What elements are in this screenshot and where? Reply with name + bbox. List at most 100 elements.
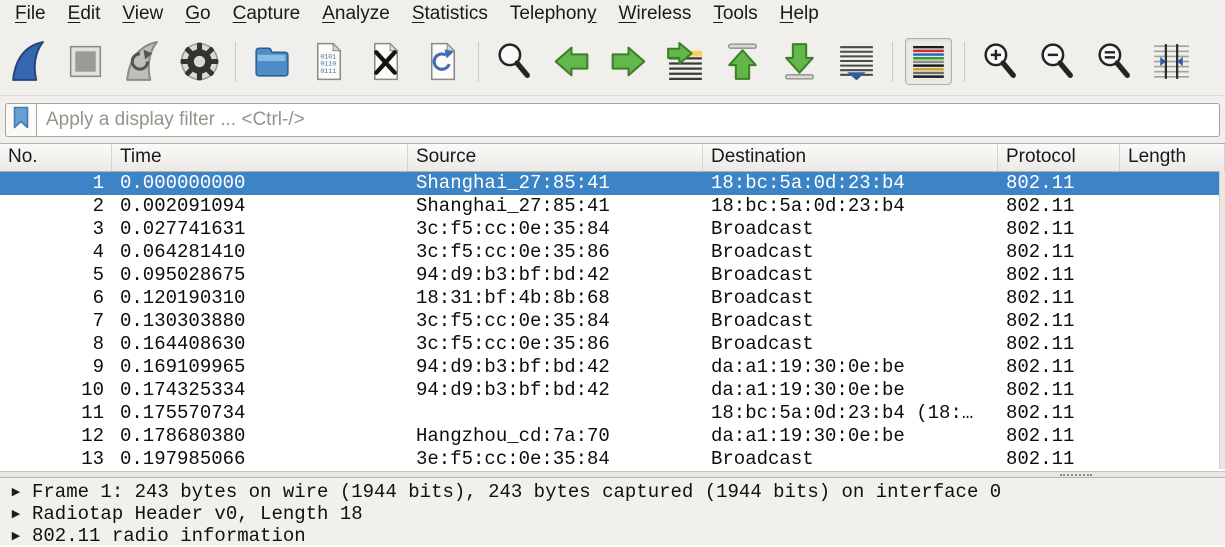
column-header-protocol[interactable]: Protocol xyxy=(998,144,1120,171)
detail-line-1[interactable]: ▶Frame 1: 243 bytes on wire (1944 bits),… xyxy=(0,481,1225,503)
cell-no: 6 xyxy=(0,287,112,310)
cell-source: Hangzhou_cd:7a:70 xyxy=(408,425,703,448)
menu-bar: FileEditViewGoCaptureAnalyzeStatisticsTe… xyxy=(0,0,1225,28)
detail-line-2[interactable]: ▶Radiotap Header v0, Length 18 xyxy=(0,503,1225,525)
previous-packet-button[interactable] xyxy=(548,38,595,85)
next-packet-button[interactable] xyxy=(605,38,652,85)
splitter-handle-icon[interactable] xyxy=(1060,474,1092,476)
detail-line-3[interactable]: ▶802.11 radio information xyxy=(0,525,1225,547)
cell-protocol: 802.11 xyxy=(998,333,1120,356)
cell-length xyxy=(1120,333,1225,356)
expand-arrow-icon[interactable]: ▶ xyxy=(0,503,32,525)
cell-destination: Broadcast xyxy=(703,241,998,264)
toolbar-separator xyxy=(235,42,236,82)
packet-row-9[interactable]: 90.16910996594:d9:b3:bf:bd:42da:a1:19:30… xyxy=(0,356,1225,379)
menu-edit[interactable]: Edit xyxy=(57,2,112,26)
pane-splitter[interactable] xyxy=(0,471,1225,478)
folder-icon xyxy=(249,39,294,84)
filter-bookmark-button[interactable] xyxy=(5,103,36,137)
cell-destination: da:a1:19:30:0e:be xyxy=(703,425,998,448)
packet-details-pane: ▶Frame 1: 243 bytes on wire (1944 bits),… xyxy=(0,478,1225,545)
zoom-out-button[interactable] xyxy=(1034,38,1081,85)
cell-protocol: 802.11 xyxy=(998,241,1120,264)
menu-go[interactable]: Go xyxy=(174,2,221,26)
cell-length xyxy=(1120,172,1225,195)
cell-no: 11 xyxy=(0,402,112,425)
packet-row-12[interactable]: 120.178680380Hangzhou_cd:7a:70da:a1:19:3… xyxy=(0,425,1225,448)
open-file-button[interactable] xyxy=(248,38,295,85)
menu-statistics[interactable]: Statistics xyxy=(401,2,499,26)
menu-telephony[interactable]: Telephony xyxy=(499,2,608,26)
cell-destination: Broadcast xyxy=(703,310,998,333)
packet-row-11[interactable]: 110.17557073418:bc:5a:0d:23:b4 (18:…802.… xyxy=(0,402,1225,425)
cell-destination: da:a1:19:30:0e:be xyxy=(703,356,998,379)
cell-length xyxy=(1120,402,1225,425)
packet-row-1[interactable]: 10.000000000Shanghai_27:85:4118:bc:5a:0d… xyxy=(0,172,1225,195)
packet-row-3[interactable]: 30.0277416313c:f5:cc:0e:35:84Broadcast80… xyxy=(0,218,1225,241)
column-header-destination[interactable]: Destination xyxy=(703,144,998,171)
cell-protocol: 802.11 xyxy=(998,172,1120,195)
column-header-time[interactable]: Time xyxy=(112,144,408,171)
packet-row-8[interactable]: 80.1644086303c:f5:cc:0e:35:86Broadcast80… xyxy=(0,333,1225,356)
column-header-length[interactable]: Length xyxy=(1120,144,1225,171)
packet-list-body: 10.000000000Shanghai_27:85:4118:bc:5a:0d… xyxy=(0,172,1225,471)
menu-wireless[interactable]: Wireless xyxy=(608,2,703,26)
goto-packet-button[interactable] xyxy=(662,38,709,85)
toolbar-separator xyxy=(964,42,965,82)
zoom-in-button[interactable] xyxy=(977,38,1024,85)
goto-packet-icon xyxy=(663,39,708,84)
start-capture-button[interactable] xyxy=(5,38,52,85)
column-header-source[interactable]: Source xyxy=(408,144,703,171)
reload-file-button[interactable] xyxy=(419,38,466,85)
cell-protocol: 802.11 xyxy=(998,379,1120,402)
cell-source: 94:d9:b3:bf:bd:42 xyxy=(408,356,703,379)
column-header-no[interactable]: No. xyxy=(0,144,112,171)
cell-protocol: 802.11 xyxy=(998,310,1120,333)
last-packet-button[interactable] xyxy=(776,38,823,85)
cell-length xyxy=(1120,264,1225,287)
close-file-button[interactable] xyxy=(362,38,409,85)
expand-arrow-icon[interactable]: ▶ xyxy=(0,481,32,503)
menu-file[interactable]: File xyxy=(4,2,57,26)
expand-arrow-icon[interactable]: ▶ xyxy=(0,525,32,547)
packet-row-13[interactable]: 130.1979850663e:f5:cc:0e:35:84Broadcast8… xyxy=(0,448,1225,471)
cell-destination: da:a1:19:30:0e:be xyxy=(703,379,998,402)
capture-options-button[interactable] xyxy=(176,38,223,85)
toolbar-separator xyxy=(892,42,893,82)
menu-view[interactable]: View xyxy=(111,2,174,26)
colorize-button[interactable] xyxy=(905,38,952,85)
packet-row-6[interactable]: 60.12019031018:31:bf:4b:8b:68Broadcast80… xyxy=(0,287,1225,310)
vertical-scrollbar[interactable] xyxy=(1219,171,1225,469)
find-packet-button[interactable] xyxy=(491,38,538,85)
menu-analyze[interactable]: Analyze xyxy=(311,2,401,26)
menu-tools[interactable]: Tools xyxy=(702,2,768,26)
display-filter-input[interactable] xyxy=(36,103,1220,137)
packet-row-5[interactable]: 50.09502867594:d9:b3:bf:bd:42Broadcast80… xyxy=(0,264,1225,287)
cell-protocol: 802.11 xyxy=(998,287,1120,310)
menu-capture[interactable]: Capture xyxy=(222,2,312,26)
cell-time: 0.002091094 xyxy=(112,195,408,218)
cell-time: 0.175570734 xyxy=(112,402,408,425)
cell-source: 94:d9:b3:bf:bd:42 xyxy=(408,264,703,287)
packet-row-4[interactable]: 40.0642814103c:f5:cc:0e:35:86Broadcast80… xyxy=(0,241,1225,264)
cell-time: 0.027741631 xyxy=(112,218,408,241)
arrow-down-last-icon xyxy=(777,39,822,84)
cell-no: 12 xyxy=(0,425,112,448)
packet-row-2[interactable]: 20.002091094Shanghai_27:85:4118:bc:5a:0d… xyxy=(0,195,1225,218)
menu-help[interactable]: Help xyxy=(769,2,830,26)
cell-destination: Broadcast xyxy=(703,287,998,310)
resize-columns-button[interactable] xyxy=(1148,38,1195,85)
cell-time: 0.120190310 xyxy=(112,287,408,310)
arrow-right-icon xyxy=(606,39,651,84)
first-packet-button[interactable] xyxy=(719,38,766,85)
save-file-button[interactable]: 010101100111 xyxy=(305,38,352,85)
restart-capture-button[interactable] xyxy=(119,38,166,85)
cell-source xyxy=(408,402,703,425)
cell-time: 0.197985066 xyxy=(112,448,408,471)
cell-no: 13 xyxy=(0,448,112,471)
autoscroll-button[interactable] xyxy=(833,38,880,85)
packet-row-10[interactable]: 100.17432533494:d9:b3:bf:bd:42da:a1:19:3… xyxy=(0,379,1225,402)
packet-row-7[interactable]: 70.1303038803c:f5:cc:0e:35:84Broadcast80… xyxy=(0,310,1225,333)
stop-capture-button[interactable] xyxy=(62,38,109,85)
zoom-reset-button[interactable] xyxy=(1091,38,1138,85)
